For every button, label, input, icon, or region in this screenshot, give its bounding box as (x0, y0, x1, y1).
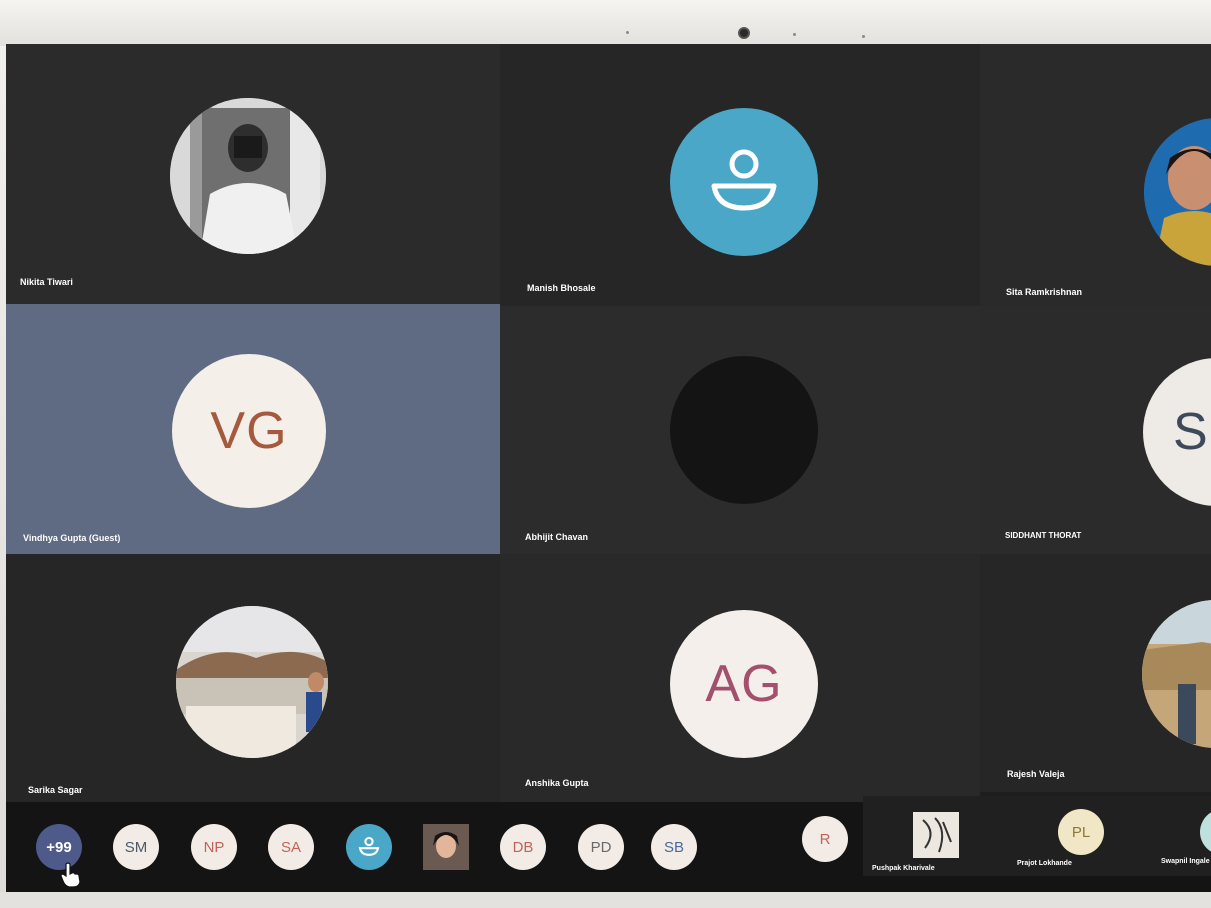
dark-photo-icon (670, 356, 818, 504)
photo-desert-icon (1142, 600, 1211, 748)
participant-name: Swapnil Ingale (1161, 858, 1210, 865)
chip-initials: PL (1071, 823, 1091, 841)
participant-tile[interactable]: Rajesh Valeja (980, 554, 1211, 792)
hand-cursor-icon (60, 862, 81, 888)
chip-initials: NP (203, 838, 225, 856)
avatar-initials: AG (705, 655, 783, 713)
participant-tile[interactable]: Manish Bhosale (500, 44, 980, 306)
participant-tile[interactable]: S SIDDHANT THORAT (980, 306, 1211, 554)
avatar: VG (172, 354, 326, 508)
participant-tile[interactable]: VG Vindhya Gupta (Guest) (6, 304, 500, 554)
sketch-photo-icon[interactable] (913, 812, 959, 858)
avatar: S (1143, 358, 1211, 506)
participant-name: Anshika Gupta (525, 778, 589, 788)
chip-initials: SM (124, 838, 148, 856)
sensor-dot (862, 35, 865, 38)
webcam-icon (738, 27, 750, 39)
participant-name: Pushpak Kharivale (872, 865, 935, 872)
photo-landscape-woman-icon (176, 606, 328, 758)
participant-chip[interactable]: PD (578, 824, 624, 870)
default-person-icon (670, 108, 818, 256)
avatar-initials: VG (210, 402, 288, 460)
participant-name: Sita Ramkrishnan (1006, 287, 1083, 297)
default-person-icon[interactable] (346, 824, 392, 870)
laptop-bottom-bezel (0, 892, 1211, 908)
participant-tile[interactable]: Sita Ramkrishnan (980, 44, 1211, 306)
chip-initials: R (819, 830, 831, 848)
participant-chip[interactable]: SB (651, 824, 697, 870)
participant-tile[interactable]: Nikita Tiwari (6, 44, 500, 304)
chip-initials: SA (280, 838, 301, 856)
avatar-initials: S (1173, 403, 1209, 461)
sensor-dot (626, 31, 629, 34)
participant-chip[interactable]: PL (1058, 809, 1104, 855)
participant-tile[interactable]: Sarika Sagar (6, 554, 500, 802)
participant-name: Vindhya Gupta (Guest) (23, 533, 121, 543)
video-call-screen: Nikita Tiwari Manish Bhosale Sita Ramkri… (6, 44, 1211, 892)
laptop-top-bezel (0, 0, 1211, 46)
participant-chip[interactable]: SM (113, 824, 159, 870)
participant-name: Rajesh Valeja (1007, 769, 1065, 779)
participant-chip[interactable]: DB (500, 824, 546, 870)
photo-woman-icon (1144, 118, 1211, 266)
photo-woman-chip-icon[interactable] (423, 824, 469, 870)
photo-mirror-selfie-icon (170, 98, 326, 254)
sensor-dot (793, 33, 796, 36)
participant-tile[interactable]: Abhijit Chavan (500, 306, 980, 554)
chip-initials: DB (512, 838, 534, 856)
participant-name: Prajot Lokhande (1017, 860, 1072, 867)
more-participants-count: +99 (46, 838, 72, 856)
participant-name: SIDDHANT THORAT (1005, 531, 1082, 540)
participant-chip[interactable]: NP (191, 824, 237, 870)
chip-initials: PD (590, 838, 612, 856)
participant-name: Sarika Sagar (28, 785, 83, 795)
participant-name: Abhijit Chavan (525, 532, 589, 542)
avatar: AG (670, 610, 818, 758)
participant-name: Nikita Tiwari (20, 277, 73, 287)
participant-name: Manish Bhosale (527, 283, 596, 293)
participant-chip[interactable]: R (802, 816, 848, 862)
participant-tile[interactable]: AG Anshika Gupta (500, 554, 980, 802)
participant-chip[interactable]: SA (268, 824, 314, 870)
chip-initials: SB (663, 838, 684, 856)
